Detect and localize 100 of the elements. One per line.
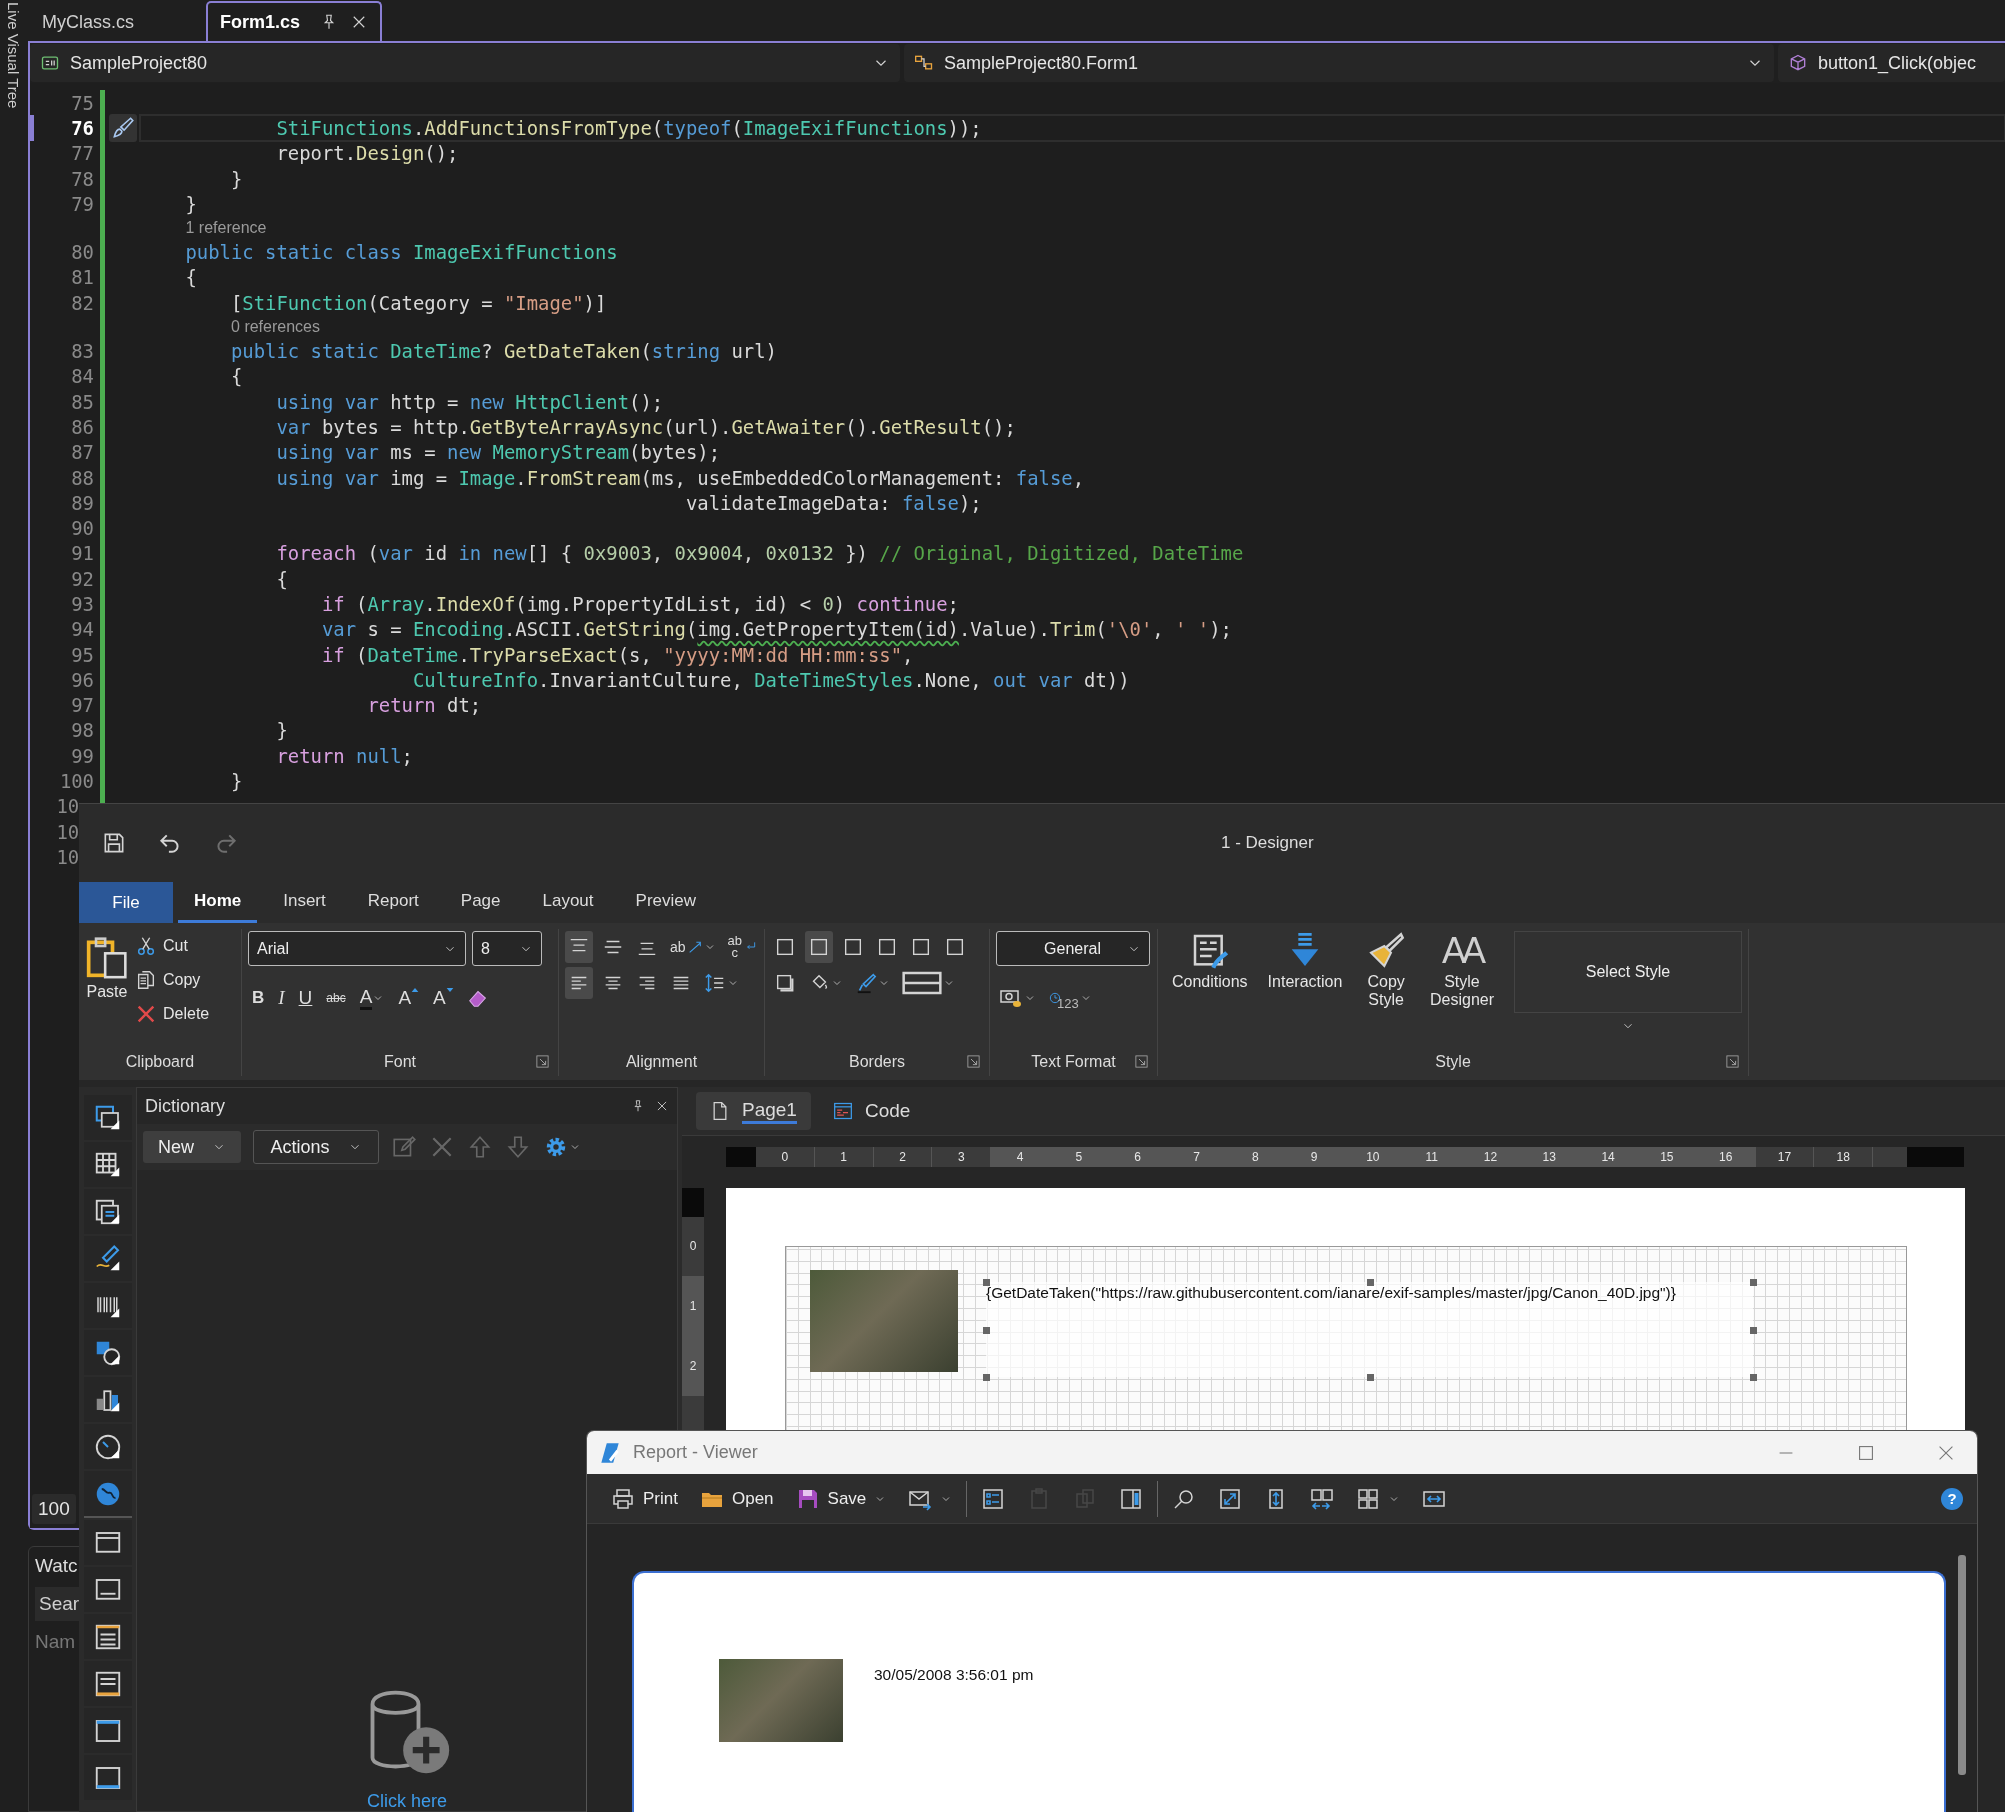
date-format-button[interactable]: 123 [1045, 982, 1095, 1014]
code-line: return null; [275, 744, 413, 767]
grow-font-button[interactable]: A [394, 982, 424, 1014]
ribbon-button[interactable]: Interaction [1267, 931, 1343, 991]
group-label: Borders [849, 1053, 905, 1071]
align-left-button[interactable] [565, 967, 593, 999]
ribbon-tab[interactable]: Page [441, 882, 520, 923]
clipboard-button[interactable]: Delete [135, 999, 210, 1029]
ribbon-tab[interactable]: Report [348, 882, 438, 923]
dropdown[interactable]: SampleProject80 [30, 44, 900, 82]
font-family-field[interactable]: Arial [248, 931, 466, 966]
word-wrap-button[interactable]: abc [724, 931, 761, 963]
arrow-down-icon [505, 1134, 531, 1160]
resize-handle[interactable] [1366, 1279, 1374, 1286]
code-line: public static DateTime? GetDateTaken(string url) [230, 340, 777, 362]
file-tab[interactable]: MyClass.cs [28, 3, 206, 41]
ruler-mark: 18 [1814, 1147, 1874, 1167]
resize-handle[interactable] [983, 1279, 990, 1286]
pen-icon [855, 972, 877, 994]
font-color-button[interactable]: A [355, 982, 389, 1014]
dropdown[interactable]: button1_Click(objec [1778, 44, 2005, 82]
launcher-icon[interactable] [1725, 1054, 1740, 1069]
ribbon-button[interactable]: Conditions [1172, 931, 1248, 991]
text-component[interactable]: {GetDateTaken("https://raw.githubusercontent.com/ianare/exif-samples/master/jpg/Canon_40D.jpg")} [986, 1284, 1676, 1302]
launcher-icon[interactable] [535, 1054, 550, 1069]
two-pages-icon [1310, 1486, 1335, 1511]
ruler-mark: 8 [1226, 1147, 1286, 1167]
resize-handle[interactable] [1366, 1374, 1374, 1381]
border-button[interactable] [805, 931, 833, 963]
folder-button[interactable]: Open [691, 1480, 782, 1517]
designer-tab[interactable]: Code [818, 1092, 925, 1130]
pin-icon[interactable] [631, 1099, 645, 1113]
code-line: var bytes = http.GetByteArrayAsync(url).GetAwaiter().GetResult(); [275, 415, 1016, 438]
ruler-mark: 10 [1343, 1147, 1403, 1167]
help-button[interactable]: ? [1941, 1487, 1963, 1510]
launcher-icon[interactable] [1134, 1054, 1149, 1069]
ruler-mark: 6 [1108, 1147, 1168, 1167]
align-top-button[interactable] [565, 931, 593, 963]
resize-handle[interactable] [1750, 1374, 1757, 1381]
bold-button[interactable]: B [248, 982, 269, 1014]
file-tab[interactable]: Form1.cs [206, 1, 383, 41]
group-label: Font [384, 1053, 416, 1071]
code-line: public static class ImageExifFunctions [184, 241, 618, 264]
clipboard-button[interactable]: Copy [135, 965, 210, 995]
clipboard-button[interactable]: Cut [135, 931, 210, 961]
ruler-margin [682, 1188, 704, 1217]
ruler-mark: 14 [1579, 1147, 1638, 1167]
panel-tab[interactable]: Live Visual Tree [3, 2, 23, 109]
strikethrough-button[interactable]: abc [322, 982, 350, 1014]
cube-icon [1788, 53, 1808, 73]
line-spacing-icon [704, 972, 726, 994]
ruler-mark: 17 [1755, 1147, 1815, 1167]
ruler-margin [726, 1147, 756, 1167]
brush-icon[interactable] [108, 113, 137, 142]
print-button[interactable]: Print [603, 1480, 686, 1517]
resize-handle[interactable] [1750, 1279, 1757, 1286]
codelens-link[interactable]: 0 references [231, 317, 320, 336]
ribbon-tab[interactable]: Preview [616, 882, 715, 923]
ribbon-tab[interactable]: Insert [264, 882, 345, 923]
text-rotation-button[interactable]: ab [667, 931, 719, 963]
style-gallery[interactable]: Select Style [1514, 931, 1742, 1013]
ruler-mark: 0 [756, 1147, 815, 1167]
code-line: validateImageData: false); [684, 491, 982, 514]
scrollbar[interactable] [1958, 1555, 1966, 1775]
save-button[interactable]: Save [787, 1480, 895, 1517]
paste-button[interactable]: Paste [85, 931, 129, 1001]
resize-handle[interactable] [983, 1374, 990, 1381]
ruler-margin [1907, 1147, 1964, 1167]
designer-tab[interactable]: Page1 [696, 1092, 811, 1130]
code-line: { [184, 266, 197, 289]
resize-handle[interactable] [1750, 1326, 1757, 1334]
group-label: Text Format [1031, 1053, 1116, 1071]
codelens-link[interactable]: 1 reference [185, 219, 267, 237]
side-panel-icon [1119, 1486, 1144, 1511]
launcher-icon[interactable] [966, 1054, 981, 1069]
zoom-field[interactable]: 100 [32, 1494, 76, 1524]
close-icon[interactable] [655, 1099, 669, 1113]
underline-button[interactable]: U [294, 982, 317, 1014]
ruler-mark: 13 [1520, 1147, 1580, 1167]
line-number: 80 [71, 241, 94, 264]
line-number: 10 [56, 820, 80, 843]
actions-button[interactable]: Actions [253, 1130, 379, 1164]
resize-handle[interactable] [983, 1326, 990, 1334]
link[interactable]: Click here [367, 1791, 447, 1811]
line-number: 76 [71, 116, 94, 139]
dropdown[interactable]: SampleProject80.Form1 [904, 44, 1774, 82]
panel-title: Watc [35, 1555, 78, 1577]
group-label: Style [1435, 1053, 1471, 1071]
line-number: 83 [71, 340, 94, 362]
file-tab[interactable]: File [79, 882, 173, 923]
shrink-font-button[interactable]: A [429, 982, 458, 1014]
font-size-field[interactable]: 8 [472, 931, 542, 966]
italic-button[interactable]: I [274, 982, 289, 1014]
new-button[interactable]: New [143, 1131, 241, 1163]
format-field[interactable]: General [996, 931, 1150, 966]
ruler-mark: 12 [1461, 1147, 1521, 1167]
ribbon-button[interactable]: Copy Style [1362, 931, 1410, 1009]
ribbon-tab[interactable]: Layout [523, 882, 613, 923]
ribbon-button[interactable]: AA Style Designer [1429, 931, 1494, 1009]
line-number: 89 [71, 491, 94, 514]
